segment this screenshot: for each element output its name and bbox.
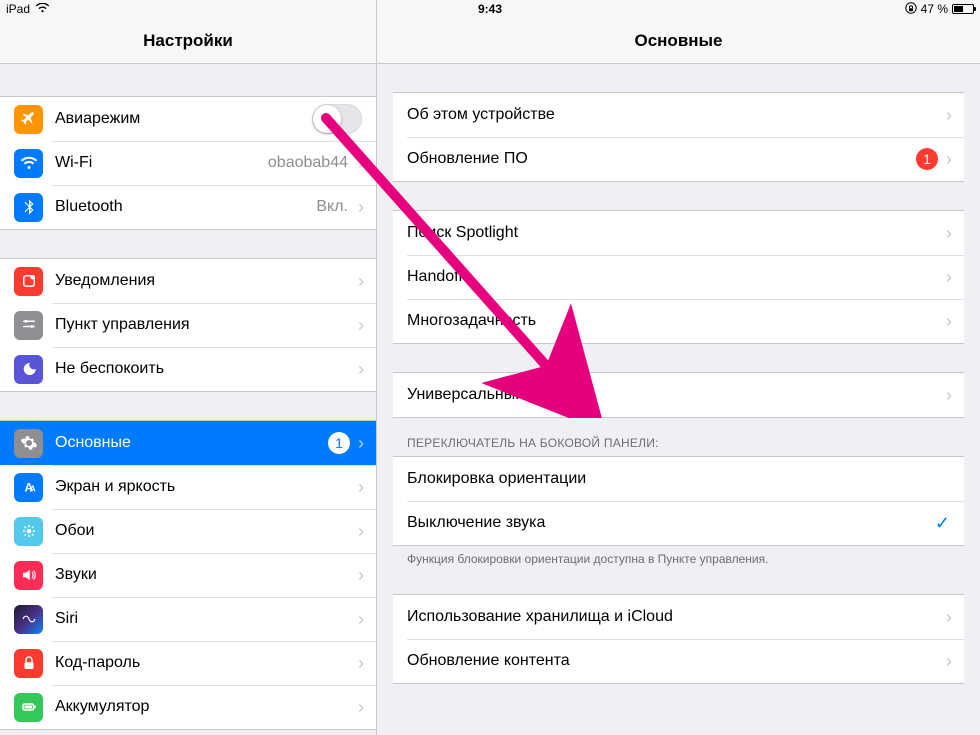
- chevron-right-icon: ›: [358, 153, 364, 174]
- sidebar-item-passcode[interactable]: Код-пароль ›: [0, 641, 376, 685]
- chevron-right-icon: ›: [946, 385, 952, 406]
- battery-icon: [952, 4, 974, 14]
- general-icon: [14, 429, 43, 458]
- bluetooth-icon: [14, 193, 43, 222]
- svg-text:A: A: [29, 485, 35, 494]
- chevron-right-icon: ›: [946, 607, 952, 628]
- control-center-icon: [14, 311, 43, 340]
- chevron-right-icon: ›: [358, 315, 364, 336]
- sidebar-item-airplane[interactable]: Авиарежим: [0, 97, 376, 141]
- passcode-label: Код-пароль: [55, 654, 358, 672]
- chevron-right-icon: ›: [358, 565, 364, 586]
- airplane-label: Авиарежим: [55, 110, 312, 128]
- battery-label: Аккумулятор: [55, 698, 358, 716]
- status-bar: iPad 9:43 47 %: [0, 0, 980, 18]
- siri-label: Siri: [55, 610, 358, 628]
- wallpaper-icon: [14, 517, 43, 546]
- battery-settings-icon: [14, 693, 43, 722]
- sidebar-item-wallpaper[interactable]: Обои ›: [0, 509, 376, 553]
- row-multitasking[interactable]: Многозадачность ›: [393, 299, 964, 343]
- sidebar-item-general[interactable]: Основные 1 ›: [0, 421, 376, 465]
- dnd-label: Не беспокоить: [55, 360, 358, 378]
- chevron-right-icon: ›: [358, 653, 364, 674]
- orientation-lock-icon: [905, 2, 917, 17]
- side-switch-footer: Функция блокировки ориентации доступна в…: [393, 546, 964, 566]
- chevron-right-icon: ›: [358, 697, 364, 718]
- chevron-right-icon: ›: [358, 197, 364, 218]
- storage-label: Использование хранилища и iCloud: [407, 608, 946, 626]
- bluetooth-value: Вкл.: [316, 198, 348, 216]
- chevron-right-icon: ›: [358, 271, 364, 292]
- notifications-label: Уведомления: [55, 272, 358, 290]
- sounds-label: Звуки: [55, 566, 358, 584]
- detail-pane: Основные Об этом устройстве › Обновление…: [377, 0, 980, 735]
- row-background-refresh[interactable]: Обновление контента ›: [393, 639, 964, 683]
- battery-pct: 47 %: [921, 2, 948, 16]
- siri-icon: [14, 605, 43, 634]
- wifi-label: Wi-Fi: [55, 154, 268, 172]
- clock: 9:43: [478, 2, 502, 16]
- wifi-value: obaobab44: [268, 154, 348, 172]
- update-badge: 1: [916, 148, 938, 170]
- row-storage[interactable]: Использование хранилища и iCloud ›: [393, 595, 964, 639]
- row-lock-rotation[interactable]: Блокировка ориентации: [393, 457, 964, 501]
- spotlight-label: Поиск Spotlight: [407, 224, 946, 242]
- sounds-icon: [14, 561, 43, 590]
- row-spotlight[interactable]: Поиск Spotlight ›: [393, 211, 964, 255]
- checkmark-icon: ✓: [935, 513, 950, 534]
- chevron-right-icon: ›: [358, 521, 364, 542]
- chevron-right-icon: ›: [358, 433, 364, 454]
- chevron-right-icon: ›: [946, 267, 952, 288]
- row-about[interactable]: Об этом устройстве ›: [393, 93, 964, 137]
- general-label: Основные: [55, 434, 328, 452]
- wifi-icon: [36, 2, 49, 16]
- airplane-toggle[interactable]: [312, 104, 362, 134]
- multitask-label: Многозадачность: [407, 312, 946, 330]
- bgrefresh-label: Обновление контента: [407, 652, 946, 670]
- chevron-right-icon: ›: [946, 223, 952, 244]
- airplane-icon: [14, 105, 43, 134]
- sidebar-item-siri[interactable]: Siri ›: [0, 597, 376, 641]
- handoff-label: Handoff: [407, 268, 946, 286]
- display-label: Экран и яркость: [55, 478, 358, 496]
- notifications-icon: [14, 267, 43, 296]
- control-center-label: Пункт управления: [55, 316, 358, 334]
- about-label: Об этом устройстве: [407, 106, 946, 124]
- sidebar-item-bluetooth[interactable]: Bluetooth Вкл. ›: [0, 185, 376, 229]
- wallpaper-label: Обои: [55, 522, 358, 540]
- sidebar-item-wifi[interactable]: Wi-Fi obaobab44 ›: [0, 141, 376, 185]
- row-mute[interactable]: Выключение звука ✓: [393, 501, 964, 545]
- lock-rotation-label: Блокировка ориентации: [407, 470, 964, 488]
- sidebar-item-battery[interactable]: Аккумулятор ›: [0, 685, 376, 729]
- carrier-label: iPad: [6, 2, 30, 16]
- sidebar-item-sounds[interactable]: Звуки ›: [0, 553, 376, 597]
- passcode-icon: [14, 649, 43, 678]
- mute-label: Выключение звука: [407, 514, 935, 532]
- chevron-right-icon: ›: [358, 477, 364, 498]
- chevron-right-icon: ›: [358, 609, 364, 630]
- wifi-settings-icon: [14, 149, 43, 178]
- side-switch-header: ПЕРЕКЛЮЧАТЕЛЬ НА БОКОВОЙ ПАНЕЛИ:: [393, 418, 964, 456]
- bluetooth-label: Bluetooth: [55, 198, 316, 216]
- row-software-update[interactable]: Обновление ПО 1 ›: [393, 137, 964, 181]
- chevron-right-icon: ›: [358, 359, 364, 380]
- sidebar-item-dnd[interactable]: Не беспокоить ›: [0, 347, 376, 391]
- display-icon: AA: [14, 473, 43, 502]
- chevron-right-icon: ›: [946, 105, 952, 126]
- update-label: Обновление ПО: [407, 150, 916, 168]
- sidebar-item-notifications[interactable]: Уведомления ›: [0, 259, 376, 303]
- sidebar-item-display[interactable]: AA Экран и яркость ›: [0, 465, 376, 509]
- accessibility-label: Универсальный доступ: [407, 386, 946, 404]
- row-handoff[interactable]: Handoff ›: [393, 255, 964, 299]
- chevron-right-icon: ›: [946, 311, 952, 332]
- general-badge: 1: [328, 432, 350, 454]
- chevron-right-icon: ›: [946, 149, 952, 170]
- chevron-right-icon: ›: [946, 651, 952, 672]
- dnd-icon: [14, 355, 43, 384]
- row-accessibility[interactable]: Универсальный доступ ›: [393, 373, 964, 417]
- sidebar-item-control-center[interactable]: Пункт управления ›: [0, 303, 376, 347]
- settings-sidebar: Настройки Авиарежим Wi-Fi obaobab44 › Bl…: [0, 0, 377, 735]
